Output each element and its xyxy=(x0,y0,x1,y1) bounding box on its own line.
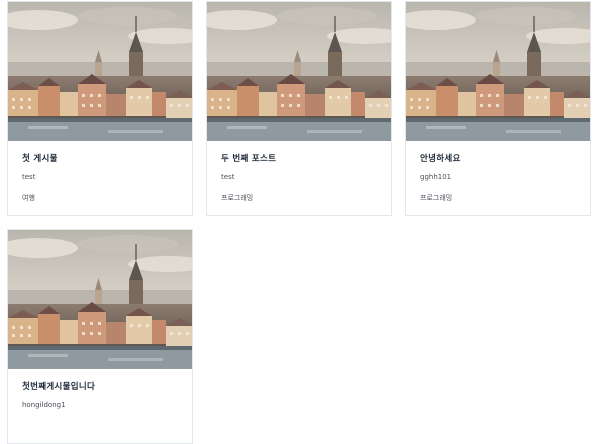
post-category[interactable]: 프로그래밍 xyxy=(221,194,381,203)
post-card[interactable]: 첫 게시물 test 여행 xyxy=(7,1,193,216)
post-author: gghh101 xyxy=(420,173,452,181)
post-card[interactable]: 두 번째 포스트 test 프로그래밍 xyxy=(206,1,392,216)
post-card-body: 안녕하세요 gghh101 프로그래밍 xyxy=(420,154,580,203)
post-thumbnail xyxy=(406,2,590,141)
post-thumbnail xyxy=(207,2,391,141)
post-title[interactable]: 첫 게시물 xyxy=(22,154,182,165)
city-photo-thumbnail xyxy=(8,2,192,141)
post-card-body: 첫번째게시물입니다 hongildong1 xyxy=(22,382,182,422)
post-card[interactable]: 첫번째게시물입니다 hongildong1 xyxy=(7,229,193,444)
post-card-body: 두 번째 포스트 test 프로그래밍 xyxy=(221,154,381,203)
post-thumbnail xyxy=(8,230,192,369)
city-photo-thumbnail xyxy=(8,230,192,369)
post-card[interactable]: 안녕하세요 gghh101 프로그래밍 xyxy=(405,1,591,216)
post-author: hongildong1 xyxy=(22,401,66,409)
post-title[interactable]: 두 번째 포스트 xyxy=(221,154,381,165)
post-author: test xyxy=(22,173,36,181)
post-card-body: 첫 게시물 test 여행 xyxy=(22,154,182,203)
post-category[interactable]: 프로그래밍 xyxy=(420,194,580,203)
city-photo-thumbnail xyxy=(406,2,590,141)
city-photo-thumbnail xyxy=(207,2,391,141)
post-title[interactable]: 안녕하세요 xyxy=(420,154,580,165)
post-title[interactable]: 첫번째게시물입니다 xyxy=(22,382,182,393)
post-thumbnail xyxy=(8,2,192,141)
post-category[interactable]: 여행 xyxy=(22,194,182,203)
post-author: test xyxy=(221,173,235,181)
